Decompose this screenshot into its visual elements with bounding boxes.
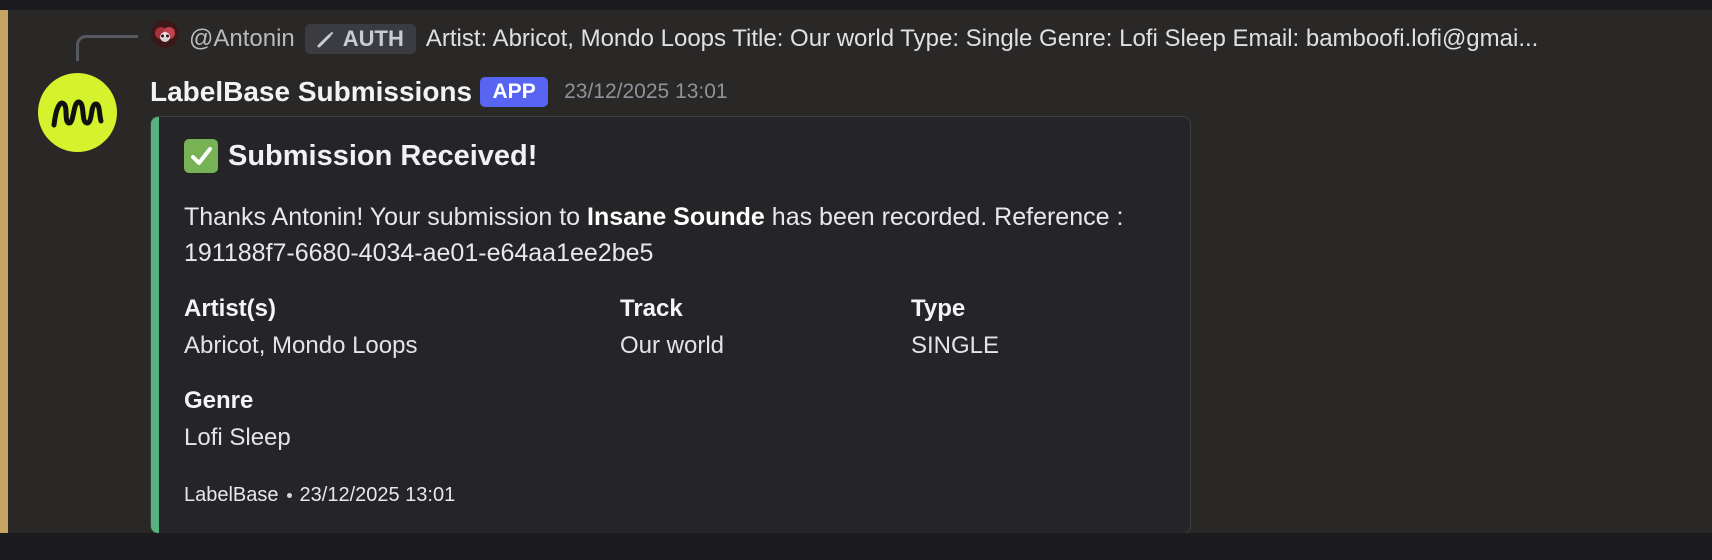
app-badge: APP [480, 77, 549, 107]
genre-field: Genre Lofi Sleep [184, 385, 484, 454]
auth-role-badge: AUTH [304, 24, 416, 54]
message-header: LabelBase Submissions APP 23/12/2025 13:… [150, 74, 728, 110]
message-timestamp[interactable]: 23/12/2025 13:01 [564, 80, 728, 104]
reply-avatar-icon[interactable] [151, 20, 179, 48]
genre-field-value: Lofi Sleep [184, 424, 291, 451]
footer-timestamp: 23/12/2025 13:01 [299, 483, 456, 506]
reply-message-preview[interactable]: Artist: Abricot, Mondo Loops Title: Our … [426, 25, 1689, 53]
footer-separator-dot [286, 492, 292, 498]
embed-description: Thanks Antonin! Your submission to Insan… [184, 199, 1149, 271]
bot-avatar[interactable] [38, 73, 117, 152]
reply-username[interactable]: @Antonin [189, 25, 295, 53]
description-start: Thanks Antonin! Your submission to [184, 203, 588, 231]
embed-accent-bar [151, 117, 159, 533]
mini-bot-avatar-icon [151, 20, 179, 48]
brush-icon [317, 32, 333, 48]
embed-title: Submission Received! [184, 135, 1149, 177]
reply-preview[interactable]: @Antonin AUTH Artist: Abricot, Mondo Loo… [189, 22, 1689, 56]
type-field: Type SINGLE [911, 293, 1190, 362]
check-mark-svg [191, 147, 212, 165]
embed-content: Submission Received! Thanks Antonin! You… [184, 135, 1149, 506]
discord-message-view: @Antonin AUTH Artist: Abricot, Mondo Loo… [0, 0, 1712, 560]
type-field-value: SINGLE [911, 332, 1000, 359]
bot-name[interactable]: LabelBase Submissions [150, 76, 472, 108]
auth-badge-label: AUTH [342, 26, 404, 51]
type-field-name: Type [911, 295, 966, 322]
footer-provider: LabelBase [184, 483, 279, 506]
artist-field: Artist(s) Abricot, Mondo Loops [184, 293, 484, 362]
track-field: Track Our world [620, 293, 920, 362]
message-row: @Antonin AUTH Artist: Abricot, Mondo Loo… [0, 10, 1712, 534]
track-field-value: Our world [620, 332, 725, 359]
artist-field-name: Artist(s) [184, 295, 277, 322]
embed-footer: LabelBase 23/12/2025 13:01 [184, 481, 455, 509]
track-field-name: Track [620, 295, 683, 322]
submission-fields: Artist(s) Abricot, Mondo Loops Track Our… [184, 293, 1149, 453]
label-name: Insane Sounde [587, 203, 765, 231]
embed-title-text: Submission Received! [228, 139, 538, 172]
check-mark-icon [184, 139, 218, 173]
bottom-background [0, 533, 1712, 560]
genre-field-name: Genre [184, 387, 254, 414]
reply-connector [76, 35, 138, 61]
mention-highlight-bar [0, 10, 8, 533]
artist-field-value: Abricot, Mondo Loops [184, 332, 418, 359]
submission-embed: Submission Received! Thanks Antonin! You… [150, 116, 1191, 534]
wave-logo-icon [51, 99, 103, 127]
